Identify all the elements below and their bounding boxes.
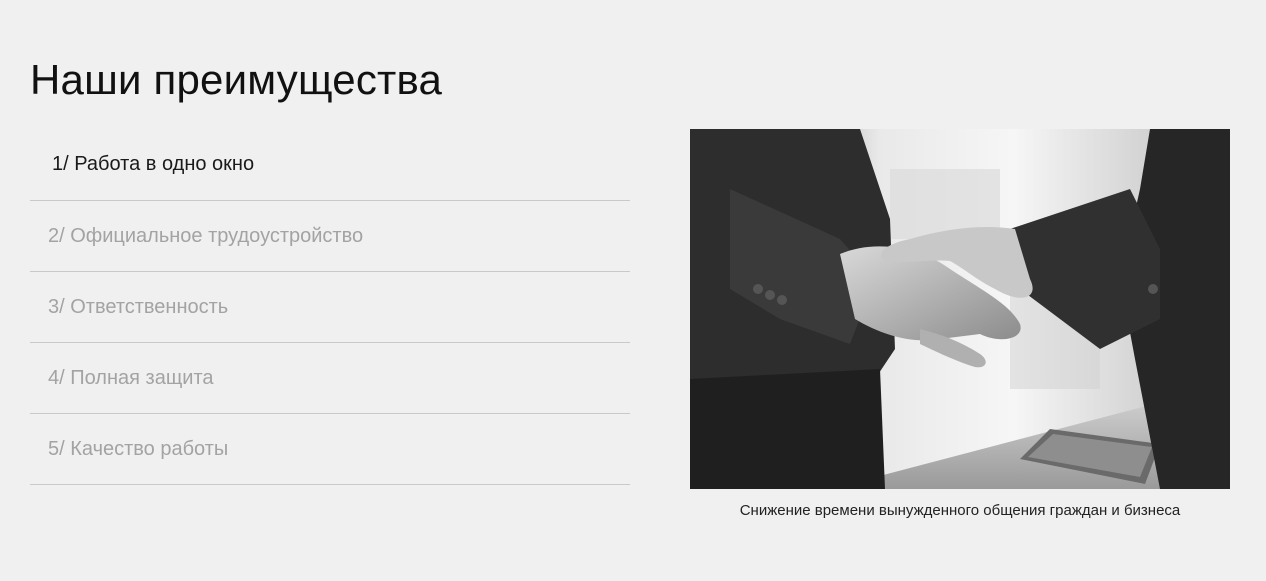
tab-advantage-4[interactable]: 4/ Полная защита bbox=[30, 343, 630, 414]
tab-advantage-2[interactable]: 2/ Официальное трудоустройство bbox=[30, 201, 630, 272]
tab-advantage-1[interactable]: 1/ Работа в одно окно bbox=[30, 129, 630, 201]
handshake-image bbox=[690, 129, 1230, 489]
advantages-tab-list: 1/ Работа в одно окно 2/ Официальное тру… bbox=[30, 129, 630, 485]
image-caption: Снижение времени вынужденного общения гр… bbox=[739, 502, 1181, 519]
tab-advantage-3[interactable]: 3/ Ответственность bbox=[30, 272, 630, 343]
tab-advantage-5[interactable]: 5/ Качество работы bbox=[30, 414, 630, 485]
page-title: Наши преимущества bbox=[30, 56, 443, 103]
